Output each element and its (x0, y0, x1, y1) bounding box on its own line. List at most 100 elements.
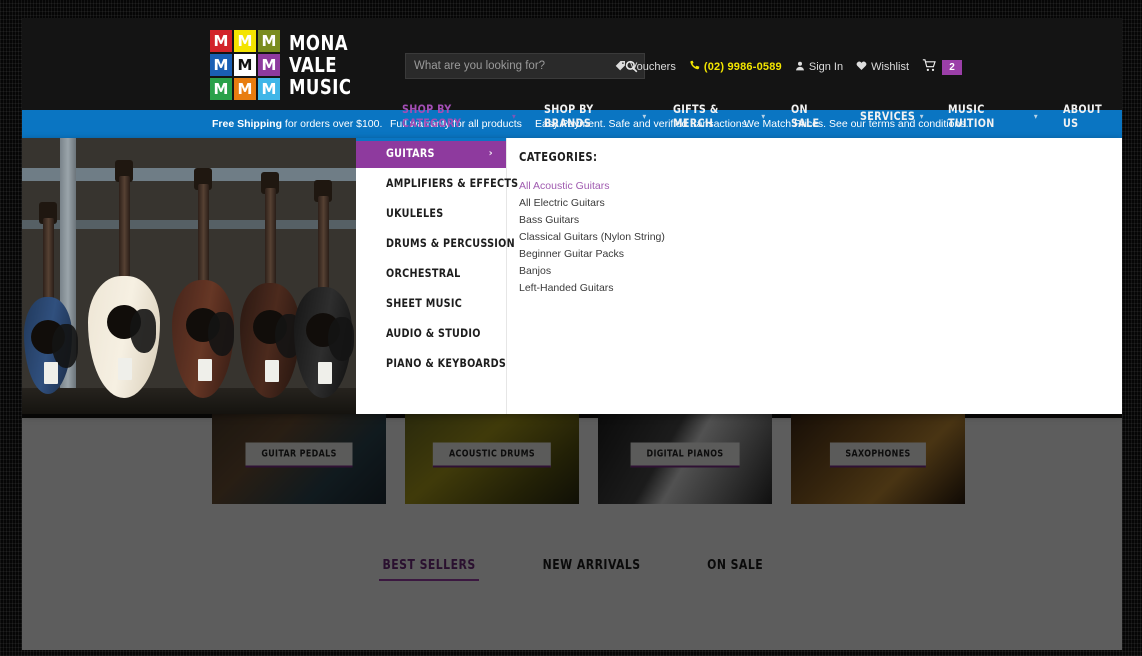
tab-best-sellers[interactable]: BEST SELLERS (379, 558, 479, 581)
category-tile-label-text: DIGITAL PIANOS (646, 449, 723, 460)
logo-cell-2: M (234, 30, 256, 52)
search-bar (405, 53, 645, 79)
sign-in-link[interactable]: Sign In (795, 61, 843, 74)
chevron-down-icon: ▾ (761, 112, 765, 121)
nav-item-on-sale[interactable]: ON SALE (791, 102, 837, 130)
mega-category-ukuleles[interactable]: UKULELES (356, 198, 506, 228)
mega-category-label: GUITARS (386, 146, 435, 160)
tab-on-sale[interactable]: ON SALE (705, 558, 765, 581)
nav-item-about-us[interactable]: ABOUT US (1063, 102, 1118, 130)
vouchers-label: Vouchers (630, 61, 676, 73)
hanging-guitar (88, 176, 160, 398)
category-tile-acoustic-drums[interactable]: ACOUSTIC DRUMS (405, 406, 579, 504)
promo-item-1: Free Shipping for orders over $100. (212, 118, 382, 130)
phone-icon (689, 60, 700, 74)
subcategory-link-all-electric-guitars[interactable]: All Electric Guitars (519, 195, 1122, 212)
nav-item-services[interactable]: SERVICES ▾ (860, 109, 924, 123)
mega-category-amplifiers-effects[interactable]: AMPLIFIERS & EFFECTS (356, 168, 506, 198)
nav-item-label: ON SALE (791, 102, 837, 130)
mega-category-drums-percussion[interactable]: DRUMS & PERCUSSION (356, 228, 506, 258)
promo-item-bold: Free Shipping (212, 118, 282, 130)
tab-new-arrivals[interactable]: NEW ARRIVALS (539, 558, 644, 581)
mega-category-guitars[interactable]: GUITARS › (356, 138, 506, 168)
logo-wordmark: MONA VALE MUSIC (289, 32, 357, 98)
logo-cell-7: M (210, 78, 232, 100)
nav-item-music-tuition[interactable]: MUSIC TUITION▾ (948, 102, 1038, 130)
vouchers-link[interactable]: Vouchers (615, 60, 676, 74)
promo-item-text: for orders over $100. (282, 118, 382, 130)
chevron-down-icon: ▾ (512, 112, 516, 121)
logo-cell-6: M (258, 54, 280, 76)
cart-link[interactable]: 2 (922, 59, 962, 75)
nav-item-label: GIFTS & MERCH (673, 102, 757, 130)
logo-mark: MMMMMMMMM (210, 30, 280, 100)
logo-cell-1: M (210, 30, 232, 52)
nav-item-label: SHOP BY BRANDS (544, 102, 638, 130)
chevron-right-icon: › (489, 148, 493, 159)
nav-item-shop-by-category[interactable]: SHOP BY CATEGORY ▾ (402, 102, 516, 130)
cart-count-badge: 2 (942, 60, 962, 75)
mega-category-sheet-music[interactable]: SHEET MUSIC (356, 288, 506, 318)
product-tabs: BEST SELLERS NEW ARRIVALS ON SALE (22, 558, 1122, 581)
tab-label: NEW ARRIVALS (543, 558, 641, 573)
wishlist-link[interactable]: Wishlist (856, 60, 909, 74)
logo-cell-8: M (234, 78, 256, 100)
main-navigation: SHOP BY CATEGORY▾SHOP BY BRANDS▾GIFTS & … (402, 102, 1122, 130)
category-tile-label-text: ACOUSTIC DRUMS (449, 449, 535, 460)
nav-item-label: MUSIC TUITION (948, 102, 1029, 130)
mega-category-label: DRUMS & PERCUSSION (386, 236, 515, 250)
heart-icon (856, 60, 867, 74)
search-input[interactable] (406, 60, 618, 72)
mega-category-audio-studio[interactable]: AUDIO & STUDIO (356, 318, 506, 348)
site-logo[interactable]: MMMMMMMMM MONA VALE MUSIC (210, 30, 357, 100)
subcategory-link-beginner-guitar-packs[interactable]: Beginner Guitar Packs (519, 246, 1122, 263)
nav-item-gifts-merch[interactable]: GIFTS & MERCH ▾ (673, 102, 765, 130)
subcategory-link-banjos[interactable]: Banjos (519, 263, 1122, 280)
mega-menu-category-list: GUITARS › AMPLIFIERS & EFFECTS UKULELES DRUM… (356, 138, 506, 414)
sign-in-label: Sign In (809, 61, 843, 73)
nav-item-label: ABOUT US (1063, 102, 1118, 130)
mega-category-label: SHEET MUSIC (386, 296, 462, 310)
phone-link[interactable]: (02) 9986-0589 (689, 60, 782, 74)
site-header: MMMMMMMMM MONA VALE MUSIC (22, 18, 1122, 110)
header-utility-links: Vouchers (02) 9986-0589 Sign In (615, 59, 962, 75)
nav-item-shop-by-brands[interactable]: SHOP BY BRANDS ▾ (544, 102, 647, 130)
category-tile-label: DIGITAL PIANOS (631, 443, 740, 468)
phone-number: (02) 9986-0589 (704, 61, 782, 73)
nav-item-label: SHOP BY CATEGORY (402, 102, 507, 130)
subcategories-heading: CATEGORIES: (519, 150, 1122, 164)
category-tile-label: SAXOPHONES (830, 443, 926, 468)
subcategory-link-classical-guitars-nylon-string[interactable]: Classical Guitars (Nylon String) (519, 229, 1122, 246)
wishlist-label: Wishlist (871, 61, 909, 73)
category-tile-label-text: SAXOPHONES (845, 449, 910, 460)
logo-line-1: MONA (289, 32, 351, 54)
subcategory-link-bass-guitars[interactable]: Bass Guitars (519, 212, 1122, 229)
hanging-guitar (294, 196, 352, 398)
mega-menu-subcategories: CATEGORIES: All Acoustic GuitarsAll Elec… (506, 138, 1122, 414)
mega-category-label: UKULELES (386, 206, 443, 220)
shop-by-category-mega-menu: GUITARS › AMPLIFIERS & EFFECTS UKULELES DRUM… (22, 138, 1122, 414)
mega-category-piano-keyboards[interactable]: PIANO & KEYBOARDS (356, 348, 506, 378)
logo-cell-5: M (234, 54, 256, 76)
chevron-down-icon: ▾ (642, 112, 646, 121)
page-viewport: MMMMMMMMM MONA VALE MUSIC (22, 18, 1122, 650)
subcategory-link-all-acoustic-guitars[interactable]: All Acoustic Guitars (519, 178, 1122, 195)
hanging-guitar (172, 184, 234, 398)
category-tile-guitar-pedals[interactable]: GUITAR PEDALS (212, 406, 386, 504)
nav-item-label: SERVICES (860, 109, 915, 123)
category-tiles: GUITAR PEDALS ACOUSTIC DRUMS DIGITAL PIANO… (212, 406, 965, 504)
browser-chrome-frame: MMMMMMMMM MONA VALE MUSIC (0, 0, 1142, 656)
cart-icon (922, 59, 937, 75)
category-tile-saxophones[interactable]: SAXOPHONES (791, 406, 965, 504)
hanging-guitar (24, 218, 72, 394)
mega-category-label: PIANO & KEYBOARDS (386, 356, 506, 370)
mega-category-label: AUDIO & STUDIO (386, 326, 481, 340)
category-tile-digital-pianos[interactable]: DIGITAL PIANOS (598, 406, 772, 504)
tab-label: ON SALE (707, 558, 763, 573)
category-tile-label-text: GUITAR PEDALS (261, 449, 336, 460)
logo-cell-9: M (258, 78, 280, 100)
subcategory-link-left-handed-guitars[interactable]: Left-Handed Guitars (519, 280, 1122, 297)
chevron-down-icon: ▾ (920, 112, 924, 121)
mega-category-orchestral[interactable]: ORCHESTRAL (356, 258, 506, 288)
logo-cell-4: M (210, 54, 232, 76)
